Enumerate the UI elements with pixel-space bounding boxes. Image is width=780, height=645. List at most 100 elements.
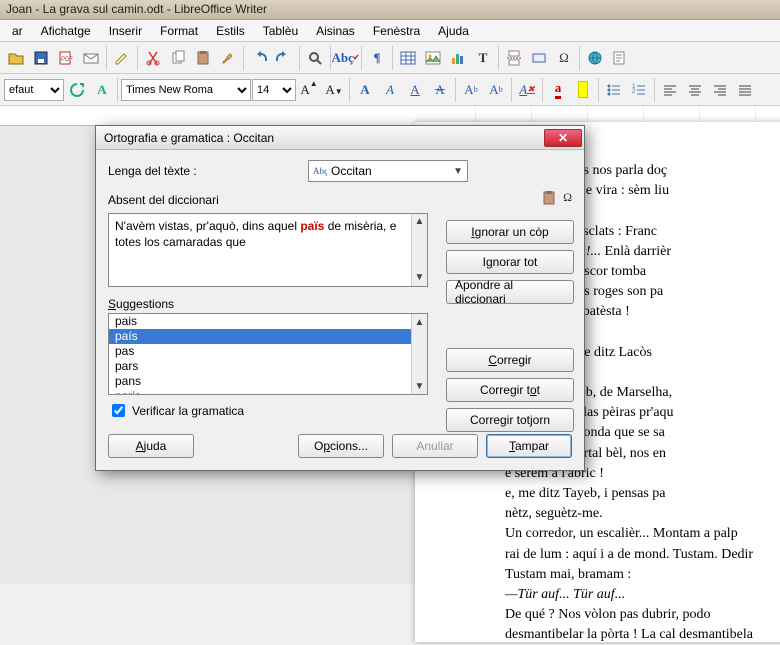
hyperlink-icon[interactable] [583, 46, 607, 70]
style-update-icon[interactable] [65, 78, 89, 102]
highlight-icon[interactable] [571, 78, 595, 102]
menu-item[interactable]: Format [152, 22, 206, 40]
image-icon[interactable] [421, 46, 445, 70]
correct-button[interactable]: Corregir [446, 348, 574, 372]
menu-item[interactable]: ar [4, 22, 31, 40]
suggestion-item[interactable]: país [109, 329, 427, 344]
window-title: Joan - La grava sul camin.odt - LibreOff… [6, 2, 267, 16]
font-size-select[interactable]: 14 [252, 79, 296, 101]
suggestion-item[interactable]: pais [109, 314, 427, 329]
open-icon[interactable] [4, 46, 28, 70]
scroll-up-icon[interactable]: ▲ [412, 314, 427, 330]
style-select[interactable]: efaut [4, 79, 64, 101]
italic-icon[interactable]: A [378, 78, 402, 102]
copy-icon[interactable] [166, 46, 190, 70]
subscript-icon[interactable]: Ab [484, 78, 508, 102]
options-button[interactable]: Opcions... [298, 434, 384, 458]
suggestion-item[interactable]: pas [109, 344, 427, 359]
formatting-toolbar: efaut A Times New Roma 14 A▲ A▼ A A A A … [0, 74, 780, 106]
scrollbar[interactable]: ▲ ▼ [411, 314, 427, 394]
correct-always-button[interactable]: Corregir totjorn [446, 408, 574, 432]
font-color-icon[interactable]: a [546, 78, 570, 102]
table-icon[interactable] [396, 46, 420, 70]
align-justify-icon[interactable] [733, 78, 757, 102]
sentence-pre: N'avèm vistas, pr'aquò, dins aquel [115, 219, 300, 233]
document-line: rai de lum : aquí i a de mond. Tustam. D… [505, 546, 780, 564]
close-icon[interactable]: ✕ [544, 129, 582, 147]
chevron-down-icon: ▼ [453, 166, 463, 177]
add-to-dictionary-button[interactable]: Apondre al diccionari [446, 280, 574, 304]
sentence-textbox[interactable]: N'avèm vistas, pr'aquò, dins aquel païs … [108, 213, 428, 287]
bold-icon[interactable]: A [353, 78, 377, 102]
spellcheck-dialog: Ortografia e gramatica : Occitan ✕ Lenga… [95, 125, 585, 471]
font-name-select[interactable]: Times New Roma [121, 79, 251, 101]
style-new-icon[interactable]: A [90, 78, 114, 102]
align-center-icon[interactable] [683, 78, 707, 102]
document-line: nètz, seguètz-me. [505, 505, 780, 523]
svg-text:2: 2 [632, 89, 636, 95]
paste-icon[interactable] [191, 46, 215, 70]
menu-item[interactable]: Ajuda [430, 22, 477, 40]
grow-font-icon[interactable]: A▲ [297, 78, 321, 102]
menu-item[interactable]: Fenèstra [365, 22, 428, 40]
export-pdf-icon[interactable]: PDF [54, 46, 78, 70]
strike-icon[interactable]: A [428, 78, 452, 102]
document-line: Un corredor, un escalièr... Montam a pal… [505, 525, 780, 543]
check-grammar-checkbox[interactable] [112, 404, 125, 417]
svg-text:Abç: Abç [313, 166, 327, 176]
align-right-icon[interactable] [708, 78, 732, 102]
paste-icon[interactable] [541, 190, 557, 209]
spellcheck-icon[interactable]: Abç✔ [334, 46, 358, 70]
number-list-icon[interactable]: 12 [627, 78, 651, 102]
save-icon[interactable] [29, 46, 53, 70]
document-line: Tustam mai, bramam : [505, 566, 780, 584]
shrink-font-icon[interactable]: A▼ [322, 78, 346, 102]
bullet-list-icon[interactable] [602, 78, 626, 102]
nonprinting-chars-icon[interactable]: ¶ [365, 46, 389, 70]
language-select[interactable]: Abç Occitan ▼ [308, 160, 468, 182]
menu-item[interactable]: Tablèu [255, 22, 306, 40]
edit-icon[interactable] [110, 46, 134, 70]
scroll-down-icon[interactable]: ▼ [412, 378, 427, 394]
cut-icon[interactable] [141, 46, 165, 70]
language-value: Occitan [331, 164, 372, 178]
dialog-titlebar[interactable]: Ortografia e gramatica : Occitan ✕ [96, 126, 584, 150]
field-icon[interactable] [527, 46, 551, 70]
suggestion-item[interactable]: pans [109, 374, 427, 389]
mail-icon[interactable] [79, 46, 103, 70]
svg-text:PDF: PDF [61, 57, 73, 63]
scrollbar[interactable]: ▲ ▼ [411, 214, 427, 286]
chart-icon[interactable] [446, 46, 470, 70]
menu-item[interactable]: Inserir [101, 22, 150, 40]
document-line: —Tür auf... Tür auf... [505, 586, 780, 604]
clear-format-icon[interactable]: A✖ [515, 78, 539, 102]
ignore-once-button[interactable]: Ignorar un còp [446, 220, 574, 244]
search-icon[interactable] [303, 46, 327, 70]
redo-icon[interactable] [272, 46, 296, 70]
scroll-up-icon[interactable]: ▲ [412, 214, 427, 230]
ignore-all-button[interactable]: Ignorar tot [446, 250, 574, 274]
suggestions-listbox[interactable]: paispaíspasparspansparis ▲ ▼ [108, 313, 428, 395]
undo-icon[interactable] [247, 46, 271, 70]
menu-item[interactable]: Aisinas [308, 22, 363, 40]
correct-all-button[interactable]: Corregir tot [446, 378, 574, 402]
menu-item[interactable]: Estils [208, 22, 253, 40]
footnote-icon[interactable] [608, 46, 632, 70]
page-break-icon[interactable] [502, 46, 526, 70]
check-grammar-label: Verificar la gramatica [132, 404, 244, 418]
align-left-icon[interactable] [658, 78, 682, 102]
suggestion-item[interactable]: pars [109, 359, 427, 374]
scroll-down-icon[interactable]: ▼ [412, 270, 427, 286]
special-char-icon[interactable]: Ω [563, 190, 572, 209]
underline-icon[interactable]: A [403, 78, 427, 102]
textbox-icon[interactable]: T [471, 46, 495, 70]
menubar: ar Afichatge Inserir Format Estils Tablè… [0, 20, 780, 42]
special-char-icon[interactable]: Ω [552, 46, 576, 70]
format-paintbrush-icon[interactable] [216, 46, 240, 70]
help-button[interactable]: Ajuda [108, 434, 194, 458]
menu-item[interactable]: Afichatge [33, 22, 99, 40]
superscript-icon[interactable]: Ab [459, 78, 483, 102]
window-titlebar: Joan - La grava sul camin.odt - LibreOff… [0, 0, 780, 20]
close-button[interactable]: Tampar [486, 434, 572, 458]
suggestion-item[interactable]: paris [109, 389, 427, 395]
